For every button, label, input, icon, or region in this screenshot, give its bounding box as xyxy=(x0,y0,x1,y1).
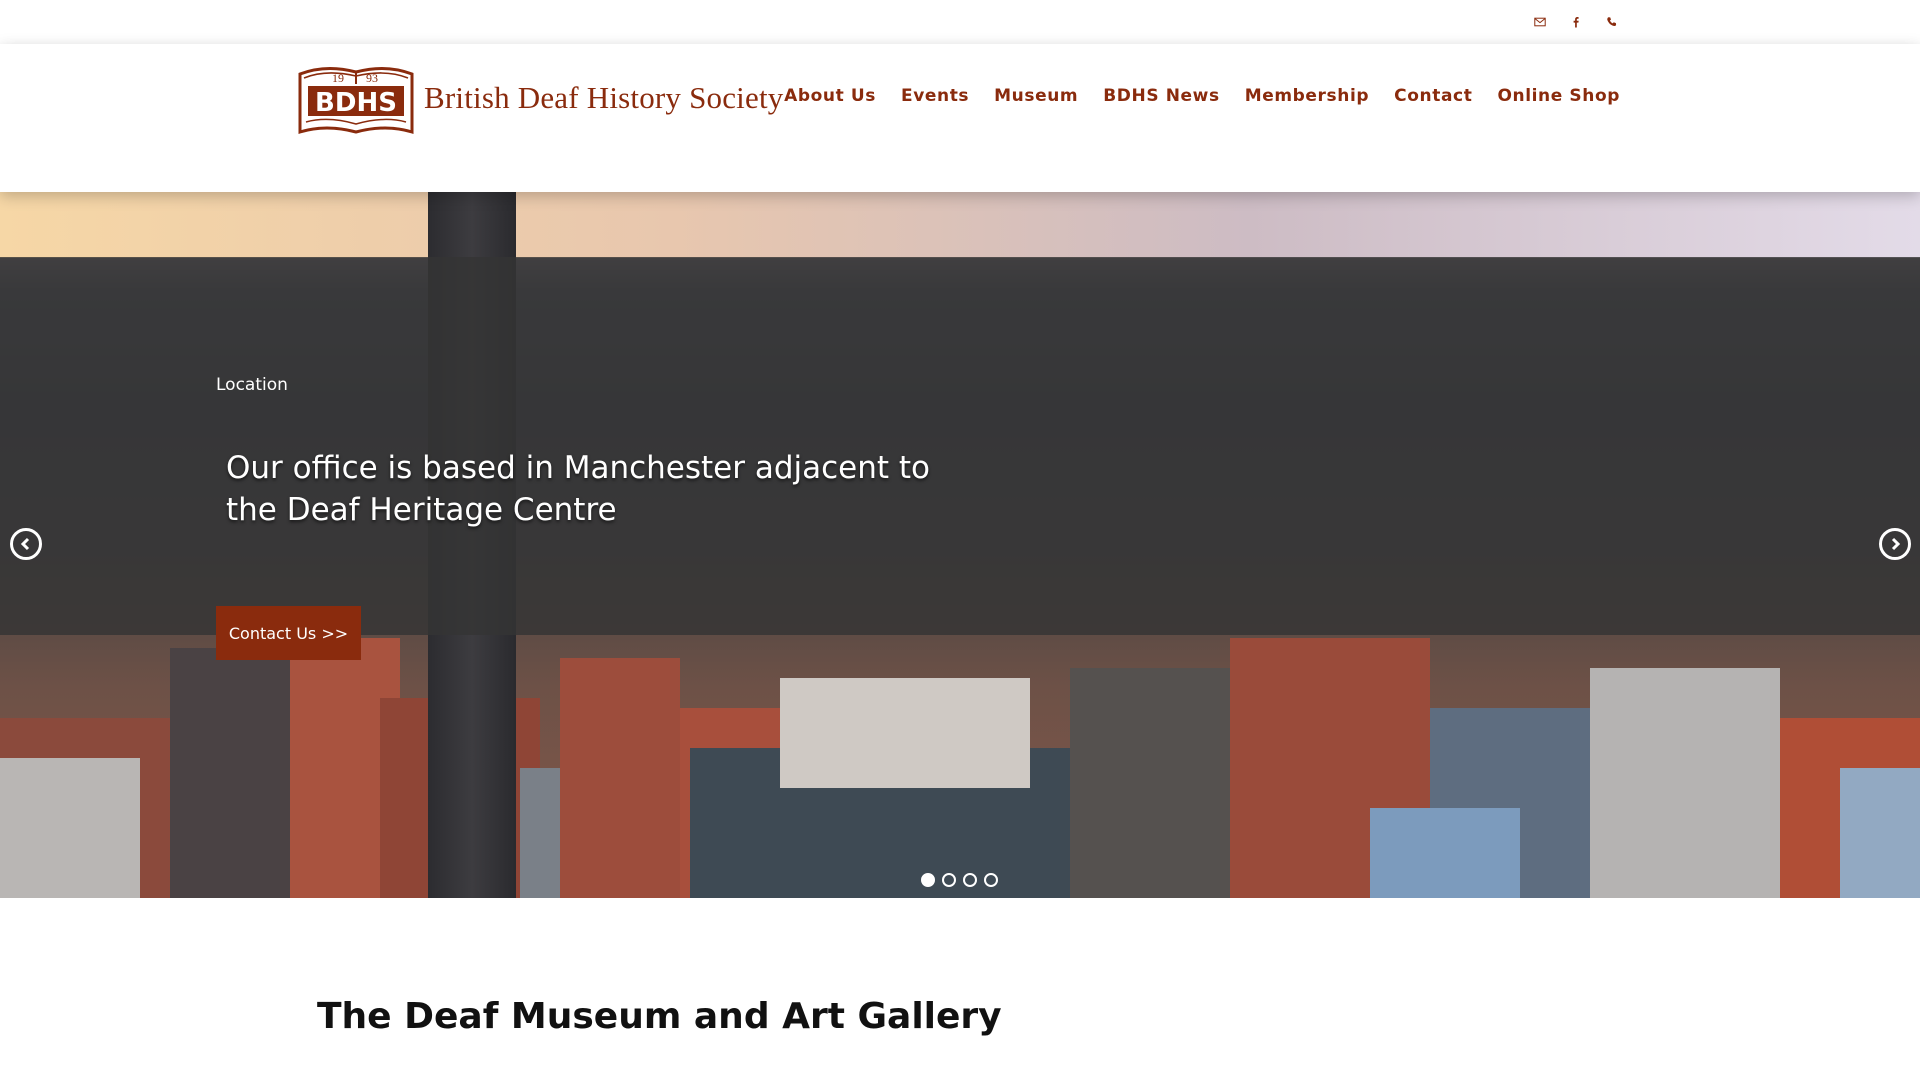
site-header: 19 93 BDHS British Deaf History Society … xyxy=(0,44,1920,192)
nav-item-museum[interactable]: Museum xyxy=(982,86,1091,106)
slider-dot-4[interactable] xyxy=(984,873,998,887)
logo-year-right: 93 xyxy=(366,71,378,85)
chevron-left-icon xyxy=(20,537,30,551)
nav-item-events[interactable]: Events xyxy=(888,86,981,106)
section-title: The Deaf Museum and Art Gallery xyxy=(317,996,1002,1037)
nav-item-bdhs-news[interactable]: BDHS News xyxy=(1091,86,1232,106)
slide-heading: Our office is based in Manchester adjace… xyxy=(226,450,931,528)
nav-item-online-shop[interactable]: Online Shop xyxy=(1485,86,1620,106)
site-name: British Deaf History Society xyxy=(424,80,784,115)
slider-dot-2[interactable] xyxy=(942,873,956,887)
main-nav: About Us Events Museum BDHS News Members… xyxy=(772,86,1620,106)
slide-tag: Location xyxy=(216,375,288,395)
facebook-icon[interactable] xyxy=(1566,12,1586,32)
logo-book-icon: 19 93 BDHS xyxy=(298,67,414,135)
slider-dot-3[interactable] xyxy=(963,873,977,887)
hero-slider: Location Our office is based in Manchest… xyxy=(0,192,1920,898)
site-logo[interactable]: 19 93 BDHS British Deaf History Society xyxy=(296,60,783,136)
slider-prev-button[interactable] xyxy=(10,528,42,560)
slide-caption-overlay: Location Our office is based in Manchest… xyxy=(0,257,1920,660)
nav-item-membership[interactable]: Membership xyxy=(1232,86,1381,106)
slider-dot-1[interactable] xyxy=(921,873,935,887)
chevron-right-icon xyxy=(1891,537,1901,551)
hero-sky xyxy=(0,192,1920,258)
logo-mark: BDHS xyxy=(315,88,397,118)
nav-item-about-us[interactable]: About Us xyxy=(772,86,889,106)
phone-icon[interactable] xyxy=(1602,12,1622,32)
email-icon[interactable] xyxy=(1530,12,1550,32)
slider-next-button[interactable] xyxy=(1879,528,1911,560)
top-utility-bar xyxy=(0,0,1920,44)
contact-us-button[interactable]: Contact Us >> xyxy=(216,606,361,660)
nav-item-contact[interactable]: Contact xyxy=(1382,86,1485,106)
logo-year-left: 19 xyxy=(332,71,344,85)
slider-pagination xyxy=(921,873,998,887)
